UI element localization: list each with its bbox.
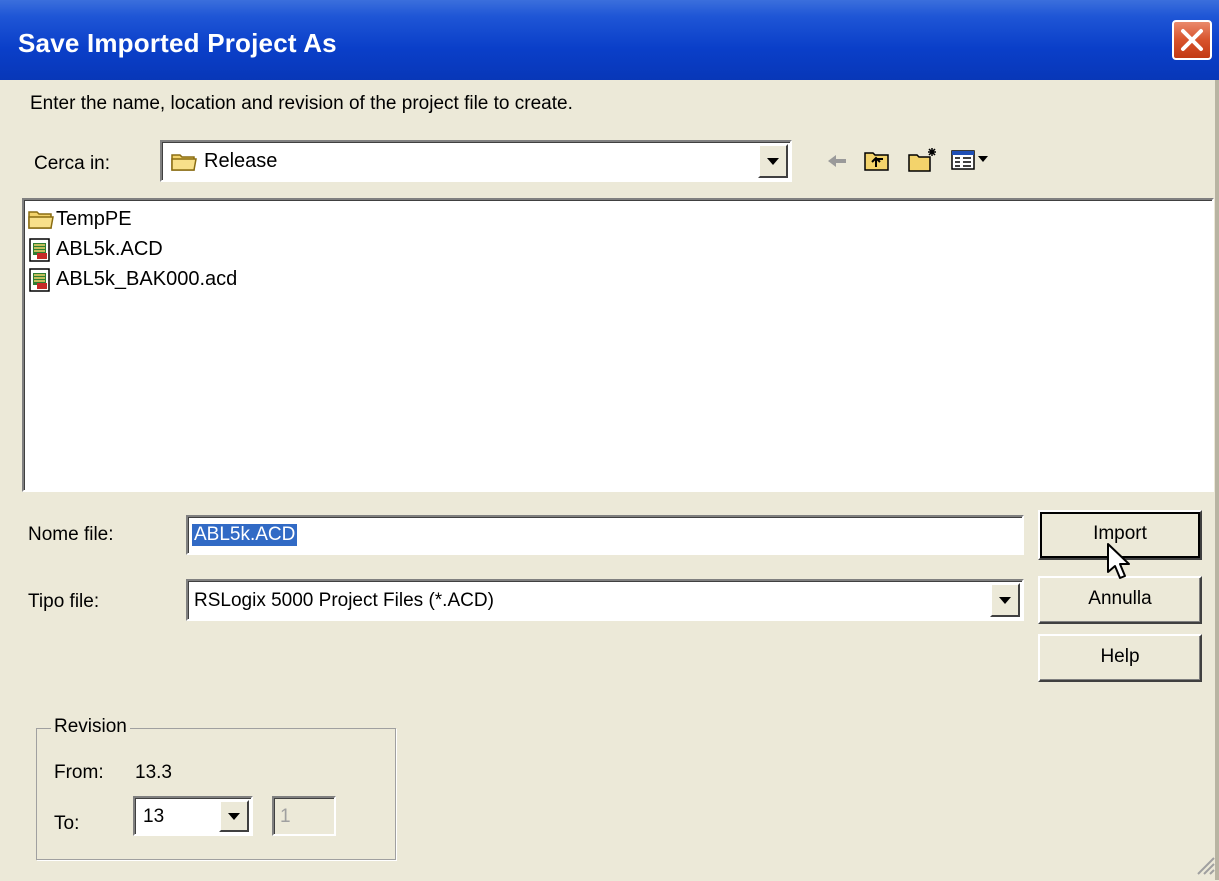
- filetype-dropdown-button[interactable]: [990, 583, 1020, 617]
- revision-to-major-dropdown-button[interactable]: [219, 800, 249, 832]
- mouse-cursor-icon: [1106, 542, 1132, 587]
- revision-group: Revision: [36, 716, 396, 860]
- close-button[interactable]: [1172, 20, 1212, 60]
- revision-to-major-dropdown[interactable]: 13: [133, 796, 253, 836]
- revision-from-value: 13.3: [135, 762, 172, 783]
- look-in-value: Release: [204, 150, 278, 172]
- file-name: ABL5k_BAK000.acd: [56, 267, 238, 290]
- filetype-value: RSLogix 5000 Project Files (*.ACD): [194, 590, 494, 611]
- filename-value: ABL5k.ACD: [192, 524, 298, 546]
- resize-grip-icon[interactable]: [1192, 852, 1216, 881]
- file-name: ABL5k.ACD: [56, 237, 163, 260]
- list-item[interactable]: ABL5k.ACD: [28, 234, 163, 264]
- list-item[interactable]: TempPE: [28, 204, 132, 234]
- dialog-title: Save Imported Project As: [18, 28, 337, 58]
- help-button[interactable]: Help: [1038, 634, 1202, 682]
- instruction-text: Enter the name, location and revision of…: [30, 93, 573, 114]
- back-arrow-icon[interactable]: [826, 151, 850, 176]
- list-item[interactable]: ABL5k_BAK000.acd: [28, 264, 237, 294]
- revision-to-minor-value: 1: [280, 806, 291, 827]
- filename-input[interactable]: ABL5k.ACD: [186, 515, 1024, 555]
- revision-to-minor-field: 1: [272, 796, 336, 836]
- acd-file-icon: [28, 267, 54, 292]
- revision-from-label: From:: [54, 762, 104, 783]
- folder-icon: [28, 207, 54, 231]
- new-folder-icon[interactable]: [906, 146, 940, 179]
- up-folder-icon[interactable]: [862, 146, 892, 179]
- acd-file-icon: [28, 237, 54, 262]
- filename-label: Nome file:: [28, 524, 114, 545]
- revision-to-major-value: 13: [143, 806, 165, 827]
- view-menu-icon[interactable]: [950, 146, 992, 179]
- look-in-dropdown[interactable]: Release: [160, 140, 792, 182]
- look-in-label: Cerca in:: [34, 153, 111, 174]
- revision-group-label: Revision: [51, 716, 130, 738]
- file-list[interactable]: TempPE ABL5k.ACD ABL5k_BAK000.acd: [22, 198, 1214, 492]
- filetype-label: Tipo file:: [28, 591, 100, 612]
- title-bar[interactable]: Save Imported Project As: [0, 0, 1219, 80]
- folder-icon: [170, 149, 198, 178]
- file-name: TempPE: [56, 207, 132, 230]
- close-icon: [1181, 29, 1203, 51]
- filetype-dropdown[interactable]: RSLogix 5000 Project Files (*.ACD): [186, 579, 1024, 621]
- revision-to-label: To:: [54, 813, 80, 834]
- look-in-dropdown-button[interactable]: [758, 144, 788, 178]
